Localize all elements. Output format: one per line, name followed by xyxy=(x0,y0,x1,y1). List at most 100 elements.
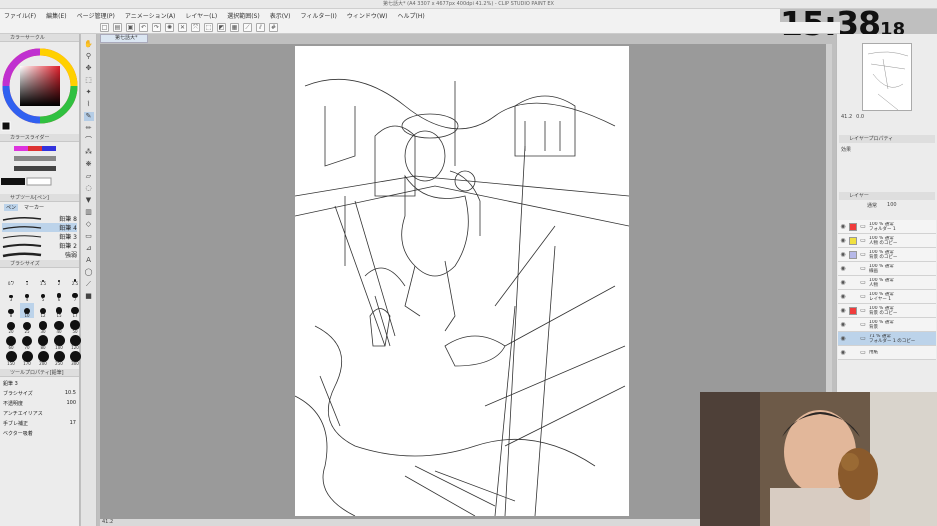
undo-icon[interactable]: ↶ xyxy=(139,23,148,32)
eye-icon[interactable]: ◉ xyxy=(839,279,847,287)
eye-icon[interactable]: ◉ xyxy=(839,307,847,315)
drawing-canvas[interactable] xyxy=(294,46,630,517)
menu-page[interactable]: ページ管理(P) xyxy=(77,11,115,20)
layer-row[interactable]: ◉ ▭ 100 % 通常 人物 のコピー xyxy=(838,234,936,248)
zoom-readout[interactable]: 41.2 xyxy=(102,519,113,525)
property-row[interactable]: ベクター吸着 xyxy=(3,428,76,438)
property-row[interactable]: アンチエイリアス xyxy=(3,408,76,418)
balloon-icon[interactable]: ◯ xyxy=(84,268,94,277)
brush-size-option[interactable]: 300 xyxy=(68,351,82,366)
layer-opacity[interactable]: 100 xyxy=(887,202,897,209)
layer-row[interactable]: ◉ ▭ 71 % 通常 フォルダー 1 のコピー xyxy=(838,332,936,346)
brush-size-option[interactable]: 6 xyxy=(52,287,66,302)
spinner-icon[interactable]: ✺ xyxy=(165,23,174,32)
eye-icon[interactable]: ◉ xyxy=(839,293,847,301)
zoom-icon[interactable]: ⚲ xyxy=(84,52,94,61)
open-icon[interactable]: ▤ xyxy=(113,23,122,32)
tool-property-tab[interactable]: ツールプロパティ[鉛筆] xyxy=(0,369,79,377)
brush-size-option[interactable]: 0.7 xyxy=(4,271,18,286)
menu-edit[interactable]: 編集(E) xyxy=(46,11,66,20)
brush-size-option[interactable]: 70 xyxy=(20,335,34,350)
layer-row[interactable]: ◉ ▭ 100 % 通常 線画 xyxy=(838,262,936,276)
color-wheel[interactable] xyxy=(0,42,80,132)
pencil-icon[interactable]: ✏ xyxy=(84,124,94,133)
brush-size-option[interactable]: 250 xyxy=(52,351,66,366)
layer-tab[interactable]: レイヤー xyxy=(839,192,935,200)
save-icon[interactable]: ▣ xyxy=(126,23,135,32)
document-tab[interactable]: 第七話大* xyxy=(100,34,148,43)
select-icon[interactable]: ⬚ xyxy=(84,76,94,85)
brush-size-option[interactable]: 2 xyxy=(52,271,66,286)
snap-grid-icon[interactable]: # xyxy=(269,23,278,32)
brush-size-option[interactable]: 4 xyxy=(20,287,34,302)
brush-item[interactable]: 強弱 xyxy=(2,250,77,259)
property-row[interactable]: 手ブレ補正 17 xyxy=(3,418,76,428)
deco-icon[interactable]: ❋ xyxy=(84,160,94,169)
pen-icon[interactable]: ✎ xyxy=(83,112,94,121)
brush-size-option[interactable]: 100 xyxy=(52,335,66,350)
menu-filter[interactable]: フィルター(I) xyxy=(301,11,337,20)
gradient-icon[interactable]: ▥ xyxy=(84,208,94,217)
menu-view[interactable]: 表示(V) xyxy=(270,11,291,20)
brush-size-option[interactable]: 2.5 xyxy=(68,271,82,286)
blend-mode-select[interactable]: 通常 xyxy=(867,202,877,209)
brush-size-option[interactable]: 60 xyxy=(4,335,18,350)
ruler-icon[interactable]: ⊿ xyxy=(84,244,94,253)
new-icon[interactable]: □ xyxy=(100,23,109,32)
menu-file[interactable]: ファイル(F) xyxy=(4,11,36,20)
blend-icon[interactable]: ◌ xyxy=(84,184,94,193)
deselect-icon[interactable]: ⬚ xyxy=(204,23,213,32)
line-correct-icon[interactable]: ⟋ xyxy=(84,280,94,289)
eye-icon[interactable]: ◉ xyxy=(839,265,847,273)
wand-icon[interactable]: ✦ xyxy=(84,88,94,97)
color-wheel-tab[interactable]: カラーサークル xyxy=(0,34,79,42)
brush-size-option[interactable]: 8 xyxy=(4,303,18,318)
hand-icon[interactable]: ✋ xyxy=(84,40,94,49)
brush-size-option[interactable]: 3 xyxy=(4,287,18,302)
pen-group-tab[interactable]: ペン xyxy=(4,204,19,211)
brush-size-option[interactable]: 10 xyxy=(20,303,34,318)
navigator-thumbnail[interactable] xyxy=(862,43,912,111)
layer-row[interactable]: ◉ ▭ 100 % 通常 レイヤー 1 xyxy=(838,290,936,304)
eye-icon[interactable]: ◉ xyxy=(839,237,847,245)
layer-row[interactable]: ◉ ▭ 100 % 通常 背景 のコピー xyxy=(838,304,936,318)
frame-icon[interactable]: ▭ xyxy=(84,232,94,241)
brush-size-option[interactable]: 120 xyxy=(68,335,82,350)
marker-group-tab[interactable]: マーカー xyxy=(24,204,44,211)
fill-icon[interactable]: ▦ xyxy=(230,23,239,32)
menu-selection[interactable]: 選択範囲(S) xyxy=(227,11,260,20)
eye-icon[interactable]: ◉ xyxy=(839,223,847,231)
brush-size-option[interactable]: 30 xyxy=(36,319,50,334)
main-color-swatch[interactable] xyxy=(1,121,11,131)
snap-ruler-icon[interactable]: ⟋ xyxy=(243,23,252,32)
brush-size-option[interactable]: 12 xyxy=(36,303,50,318)
brush-size-option[interactable]: 25 xyxy=(20,319,34,334)
layer-row[interactable]: ◉ ▭ 100 % 通常 背景 xyxy=(838,318,936,332)
eye-icon[interactable]: ◉ xyxy=(839,335,847,343)
snap-special-ruler-icon[interactable]: ⫽ xyxy=(256,23,265,32)
layer-property-tab[interactable]: レイヤープロパティ xyxy=(839,135,935,143)
color-swatch-icon[interactable]: ■ xyxy=(84,292,94,301)
brush-item[interactable]: 鉛筆 8 xyxy=(2,214,77,223)
brush-size-option[interactable]: 1 xyxy=(20,271,34,286)
brush-size-option[interactable]: 15 xyxy=(52,303,66,318)
eye-icon[interactable]: ◉ xyxy=(839,321,847,329)
brush-item[interactable]: 鉛筆 3 xyxy=(2,232,77,241)
brush-size-option[interactable]: 5 xyxy=(36,287,50,302)
brush-size-option[interactable]: 200 xyxy=(36,351,50,366)
menu-animation[interactable]: アニメーション(A) xyxy=(125,11,176,20)
brush-size-option[interactable]: 17 xyxy=(68,303,82,318)
brush-size-option[interactable]: 50 xyxy=(68,319,82,334)
navigator-zoom[interactable]: 41.2 xyxy=(841,114,852,120)
fill-tool-icon[interactable]: ▼ xyxy=(84,196,94,205)
text-icon[interactable]: A xyxy=(84,256,94,265)
layer-row[interactable]: ◉ ▭ 100 % 通常 人物 xyxy=(838,276,936,290)
brush-size-tab[interactable]: ブラシサイズ xyxy=(0,260,79,268)
subtool-tab[interactable]: サブツール[ペン] xyxy=(0,194,79,202)
layer-row[interactable]: ◉ ▭ 用紙 xyxy=(838,346,936,360)
brush-size-option[interactable]: 170 xyxy=(20,351,34,366)
brush-size-option[interactable]: 20 xyxy=(4,319,18,334)
brush-size-option[interactable]: 40 xyxy=(52,319,66,334)
property-row[interactable]: 不透明度 100 xyxy=(3,398,76,408)
property-row[interactable]: 鉛筆 3 xyxy=(3,378,76,388)
